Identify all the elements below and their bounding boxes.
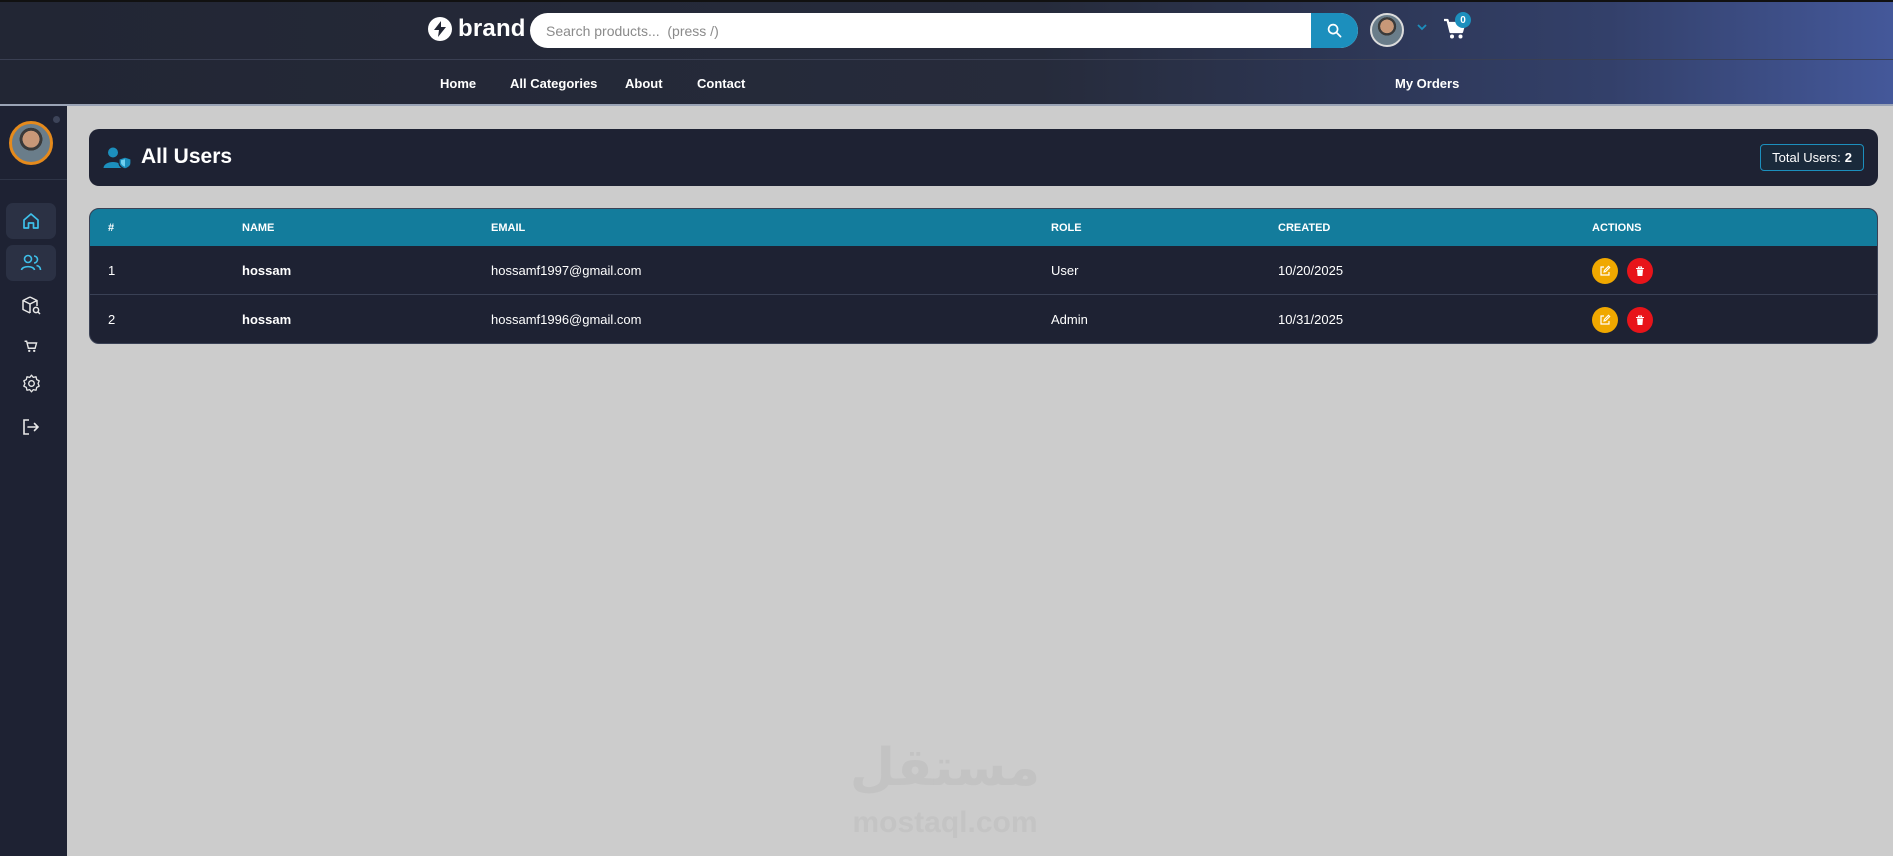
cell-name: hossam — [242, 312, 292, 327]
column-header-created: CREATED — [1278, 222, 1331, 234]
column-header-name: NAME — [242, 222, 275, 234]
home-icon — [23, 213, 39, 229]
logout-icon — [23, 419, 40, 435]
brand-name: brand — [458, 15, 526, 42]
cell-email: hossamf1997@gmail.com — [491, 263, 642, 278]
nav-home[interactable]: Home — [440, 76, 476, 92]
nav-contact[interactable]: Contact — [697, 76, 745, 92]
user-shield-icon — [103, 147, 132, 170]
watermark-latin: mostaql.com — [852, 806, 1038, 839]
settings-icon — [22, 374, 40, 392]
column-header-email: EMAIL — [491, 222, 526, 234]
table-row: 1 hossam hossamf1997@gmail.com User 10/2… — [90, 246, 1877, 295]
sidebar-avatar[interactable] — [9, 121, 53, 165]
watermark-arabic: مستقل — [849, 738, 1041, 798]
bolt-icon — [428, 17, 452, 41]
edit-button[interactable] — [1592, 307, 1618, 333]
cell-email: hossamf1996@gmail.com — [491, 312, 642, 327]
page-title: All Users — [141, 145, 233, 168]
search-icon — [1327, 23, 1342, 38]
total-users-value: 2 — [1844, 150, 1852, 165]
search-input[interactable] — [530, 13, 1311, 48]
edit-icon — [1600, 265, 1611, 276]
delete-button[interactable] — [1627, 258, 1653, 284]
users-icon — [20, 254, 42, 271]
products-icon — [22, 296, 41, 315]
trash-icon — [1636, 314, 1644, 325]
status-dot — [53, 116, 60, 123]
cell-role: Admin — [1051, 312, 1088, 327]
sidebar-divider — [0, 179, 67, 180]
main-nav — [0, 60, 1893, 106]
sidebar-item-cart[interactable] — [6, 328, 56, 364]
users-table: # NAME EMAIL ROLE CREATED ACTIONS 1 hoss… — [89, 208, 1878, 344]
total-users-label: Total Users: — [1772, 150, 1841, 165]
total-users-badge: Total Users: 2 — [1760, 144, 1864, 171]
sidebar-item-settings[interactable] — [6, 365, 56, 401]
column-header-role: ROLE — [1051, 222, 1082, 234]
cart-icon — [24, 340, 38, 352]
cell-name: hossam — [242, 263, 292, 278]
chevron-down-icon[interactable] — [1416, 22, 1428, 32]
cell-created: 10/20/2025 — [1278, 263, 1344, 278]
cell-role: User — [1051, 263, 1079, 278]
user-avatar[interactable] — [1370, 13, 1404, 47]
table-header: # NAME EMAIL ROLE CREATED ACTIONS — [90, 209, 1877, 246]
edit-icon — [1600, 314, 1611, 325]
trash-icon — [1636, 265, 1644, 276]
brand-logo-link[interactable]: brand — [428, 14, 526, 44]
table-row: 2 hossam hossamf1996@gmail.com Admin 10/… — [90, 295, 1877, 343]
column-header-index: # — [108, 222, 115, 234]
sidebar-item-logout[interactable] — [6, 409, 56, 445]
column-header-actions: ACTIONS — [1592, 222, 1642, 234]
page-header-card: All Users Total Users: 2 — [89, 129, 1878, 186]
cell-index: 1 — [108, 263, 116, 278]
edit-button[interactable] — [1592, 258, 1618, 284]
cell-index: 2 — [108, 312, 116, 327]
sidebar — [0, 106, 67, 856]
sidebar-item-products[interactable] — [6, 288, 56, 324]
cell-created: 10/31/2025 — [1278, 312, 1344, 327]
nav-my-orders[interactable]: My Orders — [1395, 76, 1459, 92]
search-button[interactable] — [1311, 13, 1358, 48]
sidebar-item-home[interactable] — [6, 203, 56, 239]
sidebar-item-users[interactable] — [6, 245, 56, 281]
cart-count-badge: 0 — [1455, 12, 1471, 28]
nav-about[interactable]: About — [625, 76, 663, 92]
search-bar — [530, 13, 1358, 48]
nav-all-categories[interactable]: All Categories — [510, 76, 597, 92]
delete-button[interactable] — [1627, 307, 1653, 333]
